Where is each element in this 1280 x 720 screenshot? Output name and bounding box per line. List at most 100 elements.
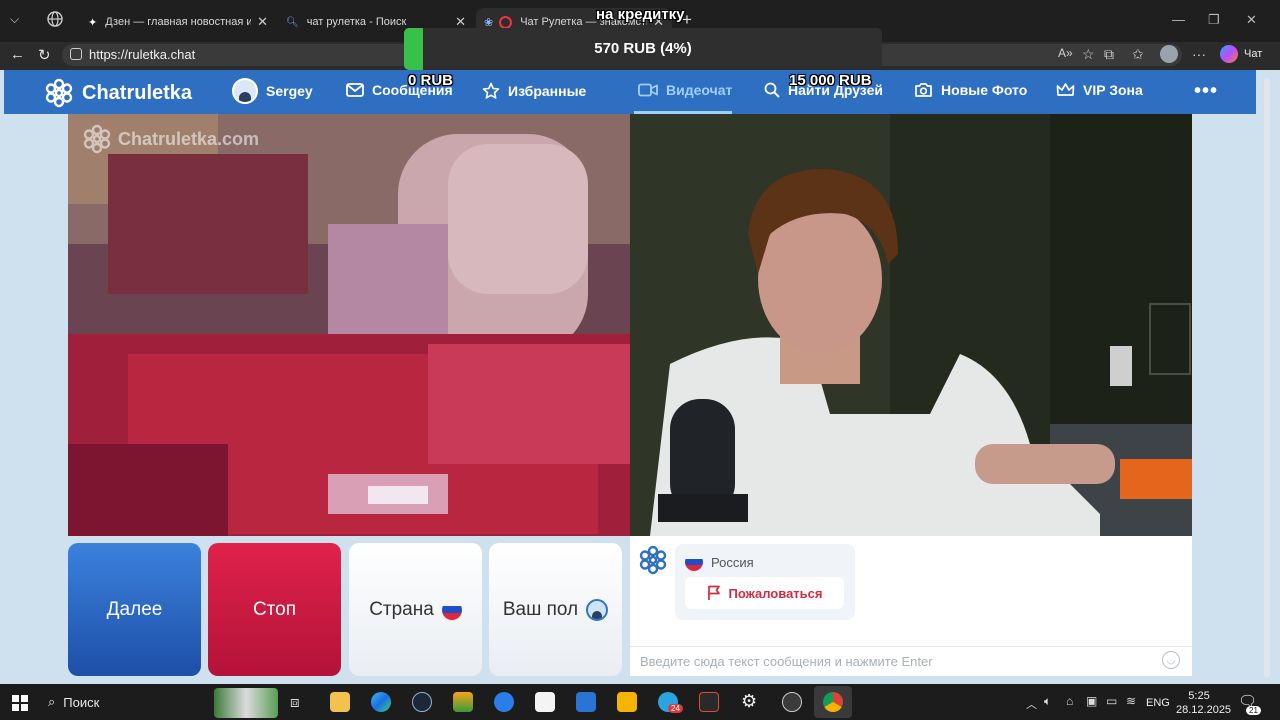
envelope-icon [346,83,364,97]
taskbar-search[interactable]: ⌕ Поиск [48,694,99,710]
download-icon[interactable] [494,692,514,712]
language-indicator[interactable]: ENG [1146,697,1170,709]
workspaces-icon[interactable] [46,10,64,33]
gender-button[interactable]: Ваш пол [489,543,622,676]
partner-country: Россия [685,553,754,571]
tab-title: Дзен — главная новостная инфо [105,16,252,28]
dzen-icon: ✦ [88,16,98,29]
emoji-icon[interactable]: ◡ [1162,651,1180,669]
obs-icon[interactable] [782,692,802,712]
telegram-badge: 24 [668,704,683,713]
app-shield-icon[interactable] [453,692,473,712]
profile-avatar[interactable] [1160,45,1178,63]
country-label: Страна [369,598,434,620]
tray-display-icon[interactable]: ▣ [1086,694,1097,708]
split-screen-icon[interactable]: ⧉ [1104,46,1114,63]
app-yellow-icon[interactable] [617,692,637,712]
favorites-list-icon[interactable]: ✩ [1132,46,1144,63]
gender-label: Ваш пол [502,598,579,620]
widgets-image[interactable] [214,688,278,718]
message-input[interactable]: Введите сюда текст сообщения и нажмите E… [640,654,1140,669]
report-button[interactable]: Пожаловаться [685,577,844,609]
windows-start-icon[interactable] [12,695,28,711]
crown-icon [1056,83,1075,96]
brand-logo[interactable]: Chatruletka [44,78,192,108]
refresh-icon[interactable]: ↻ [38,46,51,64]
chatruletka-logo-icon [45,78,73,108]
flag-icon [707,585,720,600]
goal-label: на кредитку [596,6,685,23]
clock[interactable]: 5:25 28.12.2025 [1176,689,1232,717]
read-aloud-icon[interactable]: A» [1058,46,1073,60]
steam-icon[interactable] [412,692,432,712]
nav-label: Новые Фото [941,82,1028,98]
task-view-icon[interactable]: ⧈ [290,694,300,711]
nav-label: VIP Зона [1083,82,1143,98]
chrome-icon[interactable] [823,692,843,712]
taskbar-search-label: Поиск [63,694,100,710]
close-window-icon[interactable]: ✕ [1246,12,1257,28]
nav-favorites[interactable]: Избранные [482,82,586,100]
clock-time: 5:25 [1188,690,1210,702]
partner-video [68,114,630,536]
back-icon[interactable]: ← [10,46,25,63]
goal-min: 0 RUB [408,72,454,89]
next-label: Далее [106,598,163,620]
user-name: Sergey [266,83,313,99]
tray-wifi-icon[interactable]: ≋ [1126,694,1136,708]
nav-label: Видеочат [666,82,733,98]
chat-input-divider [630,646,1192,647]
russia-flag-icon [441,599,462,620]
watermark: Chatruletka.com [82,124,259,154]
nav-user[interactable]: Sergey [232,78,313,104]
close-tab-icon[interactable]: ✕ [257,14,268,30]
mail-icon[interactable] [576,692,596,712]
self-video [630,114,1192,536]
russia-flag-icon [685,553,703,571]
copilot-icon[interactable] [1220,45,1238,63]
tray-app-icon[interactable]: ⌂ [1066,694,1073,708]
page-scrollbar[interactable] [1264,78,1270,678]
chatruletka-bot-icon [638,545,668,580]
copilot-label[interactable]: Чат [1244,48,1262,60]
country-button[interactable]: Страна [349,543,482,676]
goal-progress-text: 570 RUB (4%) [594,40,692,57]
url-text[interactable]: https://ruletka.chat [89,47,195,62]
report-label: Пожаловаться [728,585,823,601]
tray-battery-icon[interactable]: ▭ [1106,694,1117,708]
antivirus-icon[interactable] [699,692,719,712]
nav-videochat[interactable]: Видеочат [638,82,732,98]
star-icon [482,82,500,99]
chatruletka-favicon-icon: ❀ [484,16,494,29]
favorite-star-icon[interactable]: ☆ [1082,46,1095,63]
more-menu-icon[interactable]: ••• [1194,80,1218,103]
partner-country-label: Россия [711,554,754,570]
maximize-icon[interactable]: ❐ [1208,12,1220,28]
user-avatar [232,78,258,104]
tray-volume-icon[interactable]: 🔈︎ [1044,694,1051,709]
video-camera-icon [638,83,658,97]
clock-date: 28.12.2025 [1176,704,1232,716]
more-options-icon[interactable]: ··· [1192,46,1206,62]
goal-max: 15 000 RUB [789,72,872,89]
search-icon: 🔍︎ [286,16,299,28]
edge-icon[interactable] [371,692,391,712]
search-icon: ⌕ [48,694,56,709]
nav-new-photos[interactable]: Новые Фото [914,82,1027,98]
site-info-icon[interactable] [70,48,82,60]
tab-dzen[interactable]: ✦ Дзен — главная новостная инфо ✕ [80,8,276,36]
stop-button[interactable]: Стоп [208,543,341,676]
settings-gear-icon[interactable]: ⚙ [741,691,757,712]
nav-label: Избранные [508,83,587,99]
notification-count: 21 [1246,706,1261,715]
next-button[interactable]: Далее [68,543,201,676]
capcut-icon[interactable] [535,692,555,712]
tray-chevron-icon[interactable]: ︿ [1026,696,1037,712]
tab-actions-chevron-icon[interactable]: ⌵ [10,12,19,27]
file-explorer-icon[interactable] [330,692,350,712]
nav-vip[interactable]: VIP Зона [1056,82,1143,98]
watermark-text: Chatruletka.com [118,128,260,149]
male-avatar-icon [586,598,609,621]
chatruletka-logo-icon [83,124,111,154]
minimize-icon[interactable]: — [1172,12,1185,27]
